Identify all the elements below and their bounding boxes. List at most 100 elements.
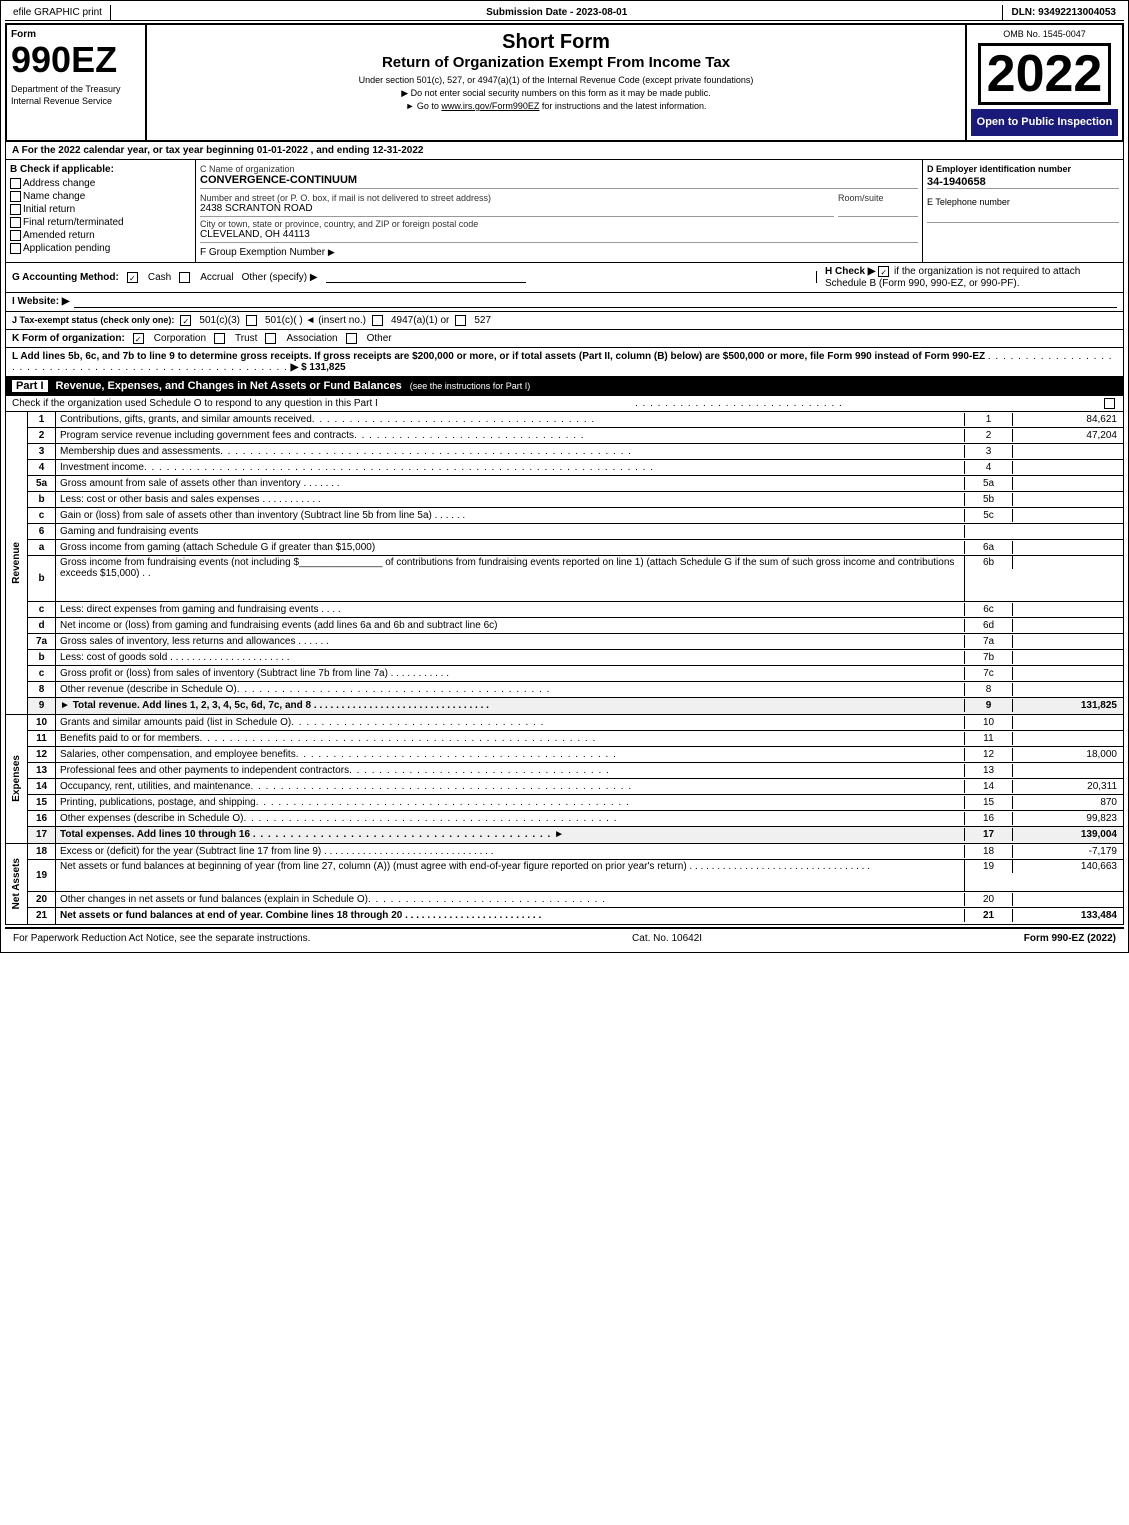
- data-row-7c: c Gross profit or (loss) from sales of i…: [28, 666, 1123, 682]
- row-6-num: 6: [28, 524, 56, 539]
- cb-corp: ✓: [133, 333, 144, 344]
- row-16-val: 99,823: [1013, 812, 1123, 825]
- opt-527: 527: [474, 315, 491, 326]
- formk-row: K Form of organization: ✓ Corporation Tr…: [5, 330, 1124, 348]
- cb-accrual: [179, 272, 190, 283]
- dept-label: Department of the Treasury Internal Reve…: [11, 84, 141, 107]
- check-h: H Check ▶ ✓ if the organization is not r…: [817, 266, 1117, 288]
- linel-value: 131,825: [309, 362, 345, 373]
- data-row-1: 1 Contributions, gifts, grants, and simi…: [28, 412, 1123, 428]
- row-11-desc: Benefits paid to or for members. . . . .…: [56, 732, 965, 745]
- room-field: Room/suite: [838, 193, 918, 217]
- linel-text: L Add lines 5b, 6c, and 7b to line 9 to …: [12, 351, 985, 362]
- cb-address: [10, 178, 21, 189]
- row-5b-num: b: [28, 492, 56, 507]
- expenses-label: Expenses: [11, 755, 22, 802]
- part-i-check-row: Check if the organization used Schedule …: [5, 396, 1124, 412]
- room-label: Room/suite: [838, 193, 918, 203]
- row-8-ref: 8: [965, 683, 1013, 696]
- row-7a-ref: 7a: [965, 635, 1013, 648]
- row-6c-num: c: [28, 602, 56, 617]
- org-info: C Name of organization CONVERGENCE-CONTI…: [196, 160, 923, 262]
- data-row-19: 19 Net assets or fund balances at beginn…: [28, 860, 1123, 892]
- row-7a-val: [1013, 640, 1123, 642]
- addr-field: Number and street (or P. O. box, if mail…: [200, 193, 834, 217]
- row-5c-num: c: [28, 508, 56, 523]
- row-4-ref: 4: [965, 461, 1013, 474]
- row-5a-ref: 5a: [965, 477, 1013, 490]
- opt-501c: 501(c)( ) ◄ (insert no.): [265, 315, 366, 326]
- row-10-num: 10: [28, 715, 56, 730]
- row-21-desc: Net assets or fund balances at end of ye…: [56, 909, 965, 922]
- group-label: F Group Exemption Number: [200, 247, 325, 258]
- open-inspection: Open to Public Inspection: [971, 109, 1118, 136]
- phone-value: [927, 209, 1119, 223]
- linel-arrow: ▶ $: [291, 362, 307, 373]
- row-9-desc: ► Total revenue. Add lines 1, 2, 3, 4, 5…: [56, 699, 965, 712]
- employer-id-section: D Employer identification number 34-1940…: [923, 160, 1123, 262]
- city-label: City or town, state or province, country…: [200, 219, 918, 229]
- row-5c-val: [1013, 514, 1123, 516]
- row-12-val: 18,000: [1013, 748, 1123, 761]
- header-center: Short Form Return of Organization Exempt…: [147, 25, 967, 140]
- opt-trust: Trust: [235, 333, 257, 344]
- other-value: [326, 271, 526, 283]
- row-3-ref: 3: [965, 445, 1013, 458]
- header-note2: ► Go to www.irs.gov/Form990EZ for instru…: [155, 101, 957, 111]
- data-row-13: 13 Professional fees and other payments …: [28, 763, 1123, 779]
- row-13-val: [1013, 769, 1123, 771]
- row-6c-desc: Less: direct expenses from gaming and fu…: [56, 603, 965, 616]
- row-10-desc: Grants and similar amounts paid (list in…: [56, 716, 965, 729]
- row-7c-desc: Gross profit or (loss) from sales of inv…: [56, 667, 965, 680]
- accounting-row: G Accounting Method: ✓ Cash Accrual Othe…: [5, 263, 1124, 292]
- row-5b-desc: Less: cost or other basis and sales expe…: [56, 493, 965, 506]
- data-row-6: 6 Gaming and fundraising events: [28, 524, 1123, 540]
- row-5a-val: [1013, 482, 1123, 484]
- group-value: ▶: [328, 247, 335, 257]
- row-6a-num: a: [28, 540, 56, 555]
- cb-h: ✓: [878, 266, 889, 277]
- cb-amended: [10, 230, 21, 241]
- check-address: Address change: [10, 178, 191, 189]
- part-i-label: Part I: [12, 380, 48, 392]
- row-6c-val: [1013, 608, 1123, 610]
- row-12-num: 12: [28, 747, 56, 762]
- row-14-desc: Occupancy, rent, utilities, and maintena…: [56, 780, 965, 793]
- row-8-num: 8: [28, 682, 56, 697]
- cb-name: [10, 191, 21, 202]
- part-i-title: Revenue, Expenses, and Changes in Net As…: [56, 380, 402, 392]
- row-9-num: 9: [28, 698, 56, 714]
- city-value: CLEVELAND, OH 44113: [200, 229, 918, 243]
- row-17-num: 17: [28, 827, 56, 843]
- row-11-ref: 11: [965, 732, 1013, 745]
- row-19-val: 140,663: [1013, 860, 1123, 873]
- header-right: OMB No. 1545-0047 2022 Open to Public In…: [967, 25, 1122, 140]
- form-title: Short Form: [155, 31, 957, 54]
- row-12-ref: 12: [965, 748, 1013, 761]
- data-row-9: 9 ► Total revenue. Add lines 1, 2, 3, 4,…: [28, 698, 1123, 714]
- row-6d-val: [1013, 624, 1123, 626]
- row-17-ref: 17: [965, 828, 1013, 841]
- row-20-val: [1013, 898, 1123, 900]
- row-6a-ref: 6a: [965, 541, 1013, 554]
- check-label: B Check if applicable:: [10, 164, 191, 175]
- row-2-val: 47,204: [1013, 429, 1123, 442]
- data-row-12: 12 Salaries, other compensation, and emp…: [28, 747, 1123, 763]
- row-20-num: 20: [28, 892, 56, 907]
- check-final: Final return/terminated: [10, 217, 191, 228]
- data-row-5c: c Gain or (loss) from sale of assets oth…: [28, 508, 1123, 524]
- header-left: Form 990EZ Department of the Treasury In…: [7, 25, 147, 140]
- opt-4947: 4947(a)(1) or: [391, 315, 449, 326]
- org-name-value: CONVERGENCE-CONTINUUM: [200, 174, 918, 189]
- opt-other-org: Other: [367, 333, 392, 344]
- check-name: Name change: [10, 191, 191, 202]
- check-h-text: H Check ▶: [825, 267, 875, 278]
- cb-assoc: [265, 333, 276, 344]
- row-17-val: 139,004: [1013, 828, 1123, 841]
- row-3-desc: Membership dues and assessments. . . . .…: [56, 445, 965, 458]
- data-row-6a: a Gross income from gaming (attach Sched…: [28, 540, 1123, 556]
- row-6b-val: [1013, 556, 1123, 558]
- row-4-desc: Investment income. . . . . . . . . . . .…: [56, 461, 965, 474]
- row-18-desc: Excess or (deficit) for the year (Subtra…: [56, 845, 965, 858]
- row-6a-val: [1013, 546, 1123, 548]
